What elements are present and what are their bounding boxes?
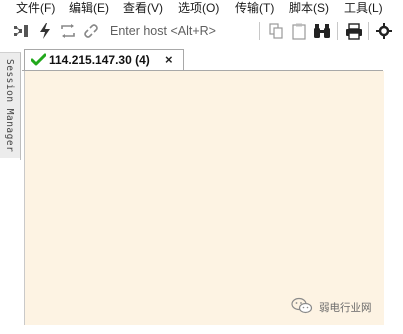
menu-tools[interactable]: 工具(L) bbox=[344, 0, 383, 16]
settings-icon[interactable] bbox=[375, 21, 393, 41]
connected-check-icon bbox=[30, 53, 47, 69]
menu-script[interactable]: 脚本(S) bbox=[289, 0, 329, 16]
menu-view[interactable]: 查看(V) bbox=[123, 0, 163, 16]
toolbar bbox=[0, 17, 403, 45]
toolbar-separator bbox=[337, 22, 338, 40]
close-tab-icon[interactable]: × bbox=[165, 52, 173, 67]
paste-icon[interactable] bbox=[290, 21, 308, 41]
tab-title: 114.215.147.30 (4) bbox=[49, 53, 150, 67]
session-manager-label: Session Manager bbox=[4, 59, 15, 153]
sidebar-background bbox=[0, 158, 20, 334]
toolbar-separator bbox=[368, 22, 369, 40]
terminal-pane[interactable] bbox=[24, 71, 385, 325]
connect-icon[interactable] bbox=[12, 21, 30, 41]
menu-bar: 文件(F) 编辑(E) 查看(V) 选项(O) 传输(T) 脚本(S) 工具(L… bbox=[0, 0, 403, 16]
watermark-text: 弱电行业网 bbox=[319, 301, 372, 314]
quick-connect-icon[interactable] bbox=[36, 21, 54, 41]
find-icon[interactable] bbox=[313, 21, 331, 41]
session-tabs: 114.215.147.30 (4) × bbox=[22, 46, 403, 72]
print-icon[interactable] bbox=[345, 21, 363, 41]
copy-icon[interactable] bbox=[267, 21, 285, 41]
menu-transfer[interactable]: 传输(T) bbox=[235, 0, 274, 16]
menu-edit[interactable]: 编辑(E) bbox=[69, 0, 109, 16]
vertical-scrollbar[interactable] bbox=[384, 71, 403, 325]
menu-options[interactable]: 选项(O) bbox=[178, 0, 219, 16]
watermark: 弱电行业网 bbox=[291, 297, 372, 317]
menu-file[interactable]: 文件(F) bbox=[16, 0, 55, 16]
disconnect-icon[interactable] bbox=[83, 21, 101, 41]
session-manager-tab[interactable]: Session Manager bbox=[0, 52, 21, 160]
host-input[interactable] bbox=[110, 21, 258, 41]
reconnect-icon[interactable] bbox=[59, 21, 77, 41]
toolbar-separator bbox=[259, 22, 260, 40]
session-tab[interactable]: 114.215.147.30 (4) × bbox=[24, 49, 184, 72]
wechat-icon bbox=[291, 297, 313, 318]
